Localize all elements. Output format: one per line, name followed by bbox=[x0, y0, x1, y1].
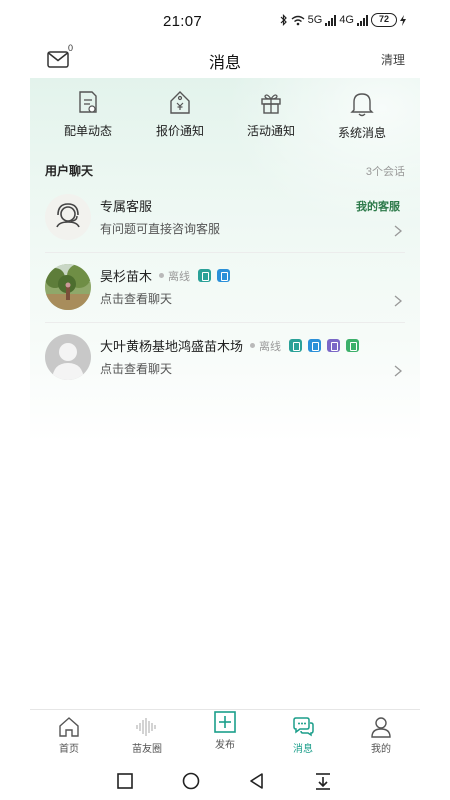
signal-1-icon bbox=[325, 14, 337, 26]
status-time: 21:07 bbox=[163, 13, 203, 30]
quick-action-label: 配单动态 bbox=[63, 124, 112, 138]
chat-item-customer-service[interactable]: 专属客服 我的客服 有问题可直接咨询客服 bbox=[30, 183, 420, 253]
quote-price-tag-icon bbox=[170, 91, 190, 114]
identity-verified-badge-icon bbox=[327, 339, 341, 352]
verified-badge-icon bbox=[289, 339, 303, 352]
charging-icon bbox=[400, 14, 406, 26]
section-title: 用户聊天 bbox=[45, 164, 94, 178]
quick-action-label: 报价通知 bbox=[155, 124, 204, 138]
signal-2-icon bbox=[357, 14, 368, 26]
status-bar: 21:07 5G 4G 72 bbox=[0, 0, 450, 40]
tab-label: 苗友圈 bbox=[132, 744, 162, 755]
soundwave-icon bbox=[136, 718, 156, 736]
person-silhouette-icon bbox=[52, 343, 84, 380]
offline-dot bbox=[250, 343, 256, 348]
publish-plus-icon bbox=[214, 711, 236, 733]
chat-subtitle: 点击查看聊天 bbox=[100, 362, 173, 376]
quick-action-system-messages[interactable]: 系统消息 bbox=[317, 88, 407, 150]
phone-verified-badge-icon bbox=[308, 339, 322, 352]
page-title: 消息 bbox=[208, 55, 241, 72]
chat-item-haoshan[interactable]: 昊杉苗木 离线 点击查看聊天 bbox=[30, 253, 420, 323]
tree-photo-avatar bbox=[45, 264, 91, 310]
tab-home[interactable]: 首页 bbox=[30, 714, 108, 760]
quick-actions: 配单动态 报价通知 活动通知 系统消息 bbox=[30, 88, 420, 150]
chat-name-row: 昊杉苗木 离线 bbox=[100, 267, 231, 284]
offline-dot bbox=[159, 273, 165, 278]
quick-action-quote-notice[interactable]: 报价通知 bbox=[135, 88, 225, 150]
chat-bubbles-icon bbox=[293, 717, 314, 737]
conversation-count: 3个会话 bbox=[365, 166, 405, 178]
default-person-avatar bbox=[45, 334, 91, 380]
person-icon bbox=[371, 717, 391, 738]
gift-box-icon bbox=[261, 94, 281, 114]
company-verified-badge-icon bbox=[346, 339, 360, 352]
bluetooth-icon bbox=[280, 14, 287, 26]
chevron-right-icon bbox=[394, 365, 403, 377]
tab-publish[interactable]: 发布 bbox=[186, 711, 264, 760]
status-icons: 5G 4G 72 bbox=[280, 13, 406, 27]
tab-messages[interactable]: 消息 bbox=[264, 714, 342, 760]
chat-name-row: 大叶黄杨基地鸿盛苗木场 离线 bbox=[100, 337, 360, 354]
chat-item-hongsheng-nursery[interactable]: 大叶黄杨基地鸿盛苗木场 离线 点击查看聊天 bbox=[30, 323, 420, 393]
tab-label: 消息 bbox=[293, 744, 313, 755]
battery-indicator: 72 bbox=[371, 13, 397, 27]
online-status: 离线 bbox=[259, 340, 282, 353]
tab-label: 我的 bbox=[371, 744, 391, 755]
quick-action-order-updates[interactable]: 配单动态 bbox=[43, 88, 133, 150]
quick-action-activity-notice[interactable]: 活动通知 bbox=[226, 88, 316, 150]
chevron-right-icon bbox=[394, 225, 403, 237]
chevron-right-icon bbox=[394, 295, 403, 307]
quick-action-label: 系统消息 bbox=[337, 126, 386, 140]
chat-subtitle: 有问题可直接咨询客服 bbox=[100, 222, 221, 236]
headset-icon bbox=[56, 203, 80, 228]
tab-label: 首页 bbox=[59, 744, 79, 755]
mail-icon bbox=[47, 51, 69, 68]
bottom-tab-bar: 首页 苗友圈 发布 消息 我的 bbox=[30, 709, 420, 761]
phone-verified-badge-icon bbox=[217, 269, 231, 282]
chat-name: 昊杉苗木 bbox=[100, 269, 153, 284]
order-document-icon bbox=[79, 91, 97, 113]
mail-badge: 0 bbox=[68, 43, 74, 53]
header: 0 消息 清理 bbox=[30, 40, 420, 78]
notification-pull-down-icon[interactable] bbox=[313, 771, 333, 791]
signal-2-label: 4G bbox=[339, 14, 354, 26]
my-service-tag: 我的客服 bbox=[356, 201, 400, 213]
chat-name: 大叶黄杨基地鸿盛苗木场 bbox=[100, 339, 244, 354]
chat-subtitle: 点击查看聊天 bbox=[100, 292, 173, 306]
tab-mine[interactable]: 我的 bbox=[342, 714, 420, 760]
clean-button[interactable]: 清理 bbox=[381, 51, 405, 68]
tab-friends-circle[interactable]: 苗友圈 bbox=[108, 714, 186, 760]
bell-icon bbox=[350, 93, 374, 117]
online-status: 离线 bbox=[168, 270, 191, 283]
message-panel: 配单动态 报价通知 活动通知 系统消息 用户聊天 3个会话 专属客服 我的客服 … bbox=[30, 78, 420, 443]
tree-photo-image bbox=[45, 264, 91, 310]
wifi-icon bbox=[291, 15, 305, 25]
home-icon bbox=[59, 717, 79, 737]
customer-service-avatar bbox=[45, 194, 91, 240]
recents-square-icon[interactable] bbox=[115, 771, 135, 791]
system-navigation-bar bbox=[0, 762, 450, 800]
signal-1-label: 5G bbox=[307, 14, 323, 26]
quick-action-label: 活动通知 bbox=[246, 124, 295, 138]
verified-badge-icon bbox=[198, 269, 212, 282]
user-chat-section-header: 用户聊天 3个会话 bbox=[45, 162, 405, 180]
chat-list: 专属客服 我的客服 有问题可直接咨询客服 昊杉苗木 离线 点击查看聊天 大叶黄杨… bbox=[30, 183, 420, 393]
home-circle-icon[interactable] bbox=[181, 771, 201, 791]
back-triangle-icon[interactable] bbox=[247, 771, 267, 791]
chat-name: 专属客服 bbox=[100, 199, 153, 214]
chat-name-row: 专属客服 bbox=[100, 197, 152, 214]
tab-label: 发布 bbox=[215, 740, 235, 751]
